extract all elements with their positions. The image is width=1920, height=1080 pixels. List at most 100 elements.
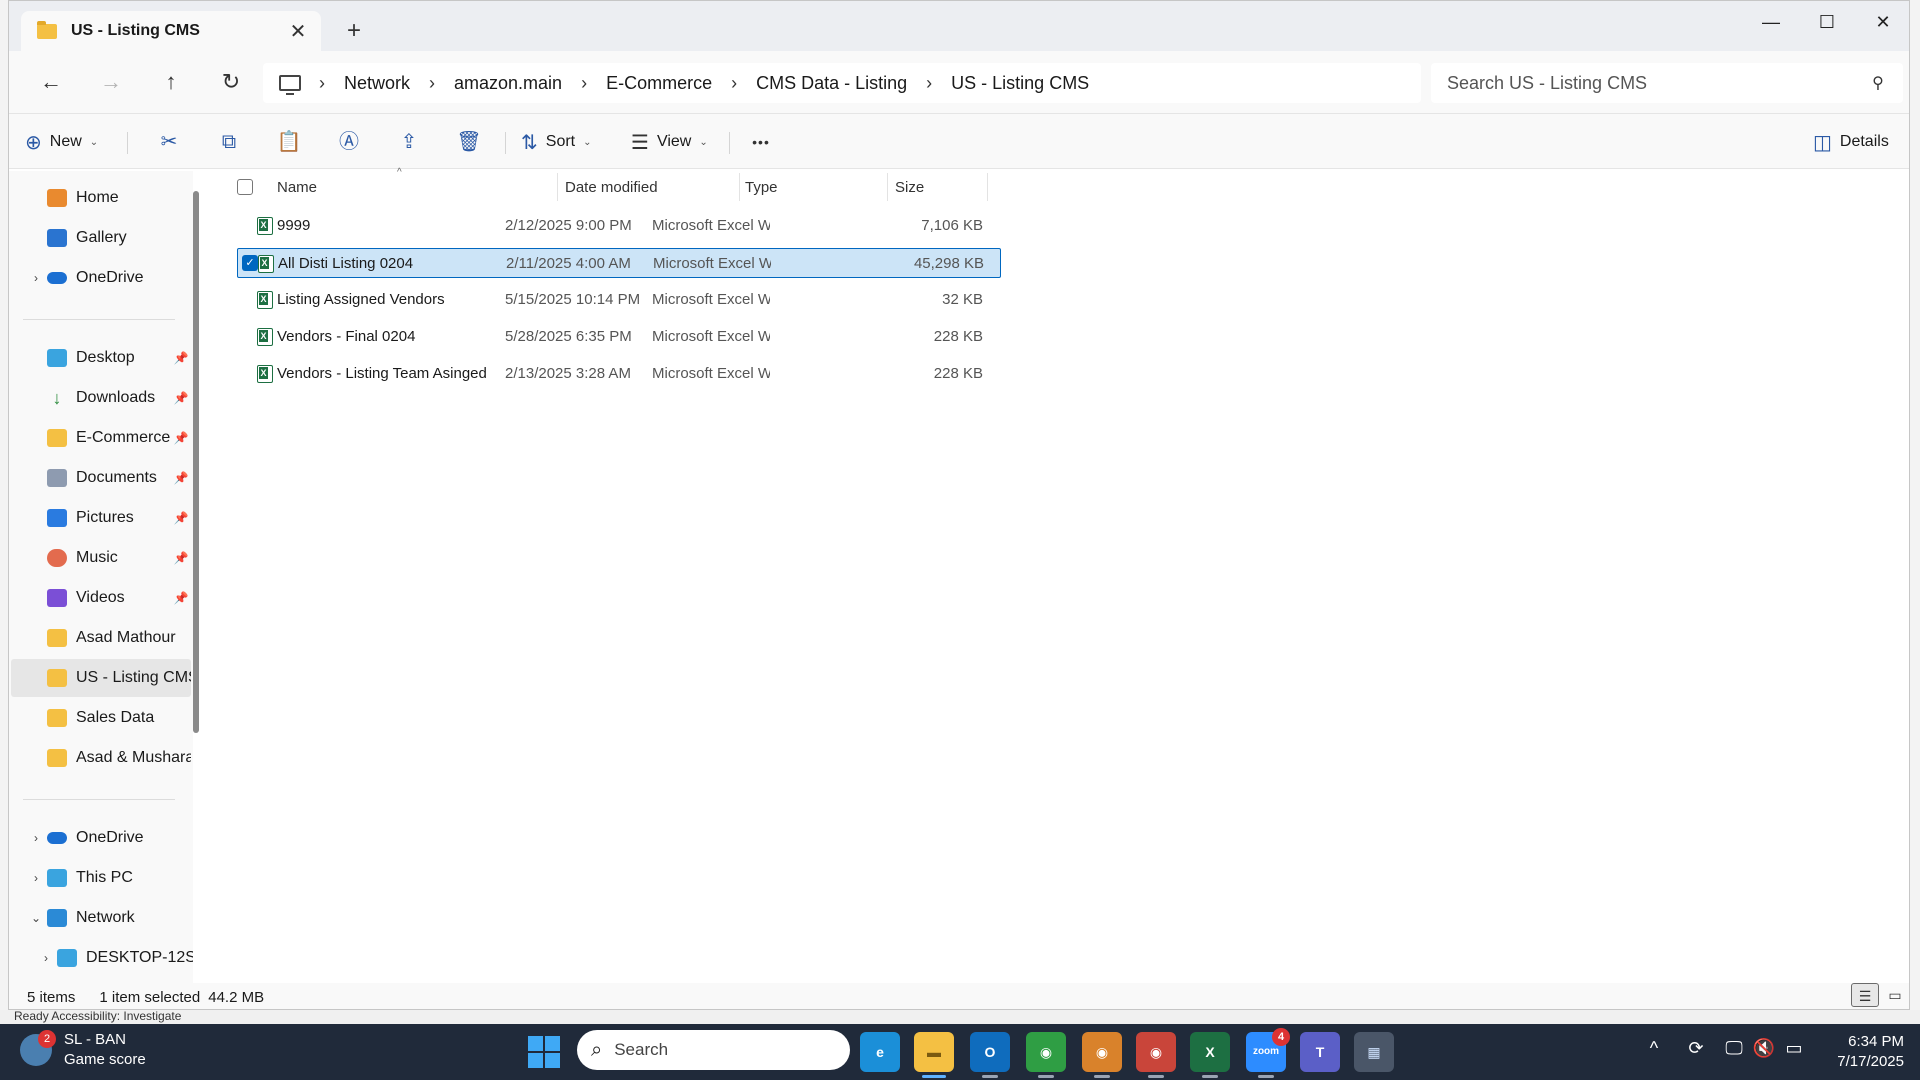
more-options-button[interactable]: ••• — [741, 124, 781, 160]
breadcrumb-cms-data-listing[interactable]: CMS Data - Listing — [756, 73, 907, 94]
breadcrumb-us-listing-cms[interactable]: US - Listing CMS — [951, 73, 1089, 94]
sidebar-item-documents[interactable]: Documents 📌 — [11, 459, 191, 497]
rename-button[interactable]: Ⓐ — [329, 124, 369, 160]
back-button[interactable]: ← — [31, 65, 71, 99]
pin-icon[interactable]: 📌 — [171, 351, 191, 365]
sidebar-scrollbar[interactable] — [193, 191, 199, 733]
pin-icon[interactable]: 📌 — [171, 391, 191, 405]
sidebar-item-this-pc[interactable]: › This PC — [11, 859, 191, 897]
column-divider[interactable] — [887, 173, 888, 201]
sidebar-item-pictures[interactable]: Pictures 📌 — [11, 499, 191, 537]
forward-button[interactable]: → — [91, 65, 131, 99]
pin-icon[interactable]: 📌 — [171, 551, 191, 565]
breadcrumb-separator[interactable]: › — [731, 73, 737, 94]
zoom-app-icon[interactable]: zoom 4 — [1246, 1028, 1290, 1078]
clock[interactable]: 6:34 PM 7/17/2025 — [1808, 1032, 1904, 1072]
table-row[interactable]: 9999 2/12/2025 9:00 PM Microsoft Excel W… — [237, 211, 1001, 241]
refresh-button[interactable]: ↻ — [211, 65, 251, 99]
up-button[interactable]: ↑ — [151, 65, 191, 99]
search-input[interactable] — [1447, 72, 1863, 94]
new-button[interactable]: ⊕ New ⌄ — [25, 124, 98, 160]
close-window-button[interactable]: ✕ — [1855, 5, 1909, 39]
sidebar-item-onedrive-2[interactable]: › OneDrive — [11, 819, 191, 857]
breadcrumb-separator[interactable]: › — [926, 73, 932, 94]
collapse-chevron-icon[interactable]: ⌄ — [25, 911, 47, 925]
sort-button[interactable]: ⇅ Sort ⌄ — [521, 124, 592, 160]
widgets-button[interactable]: 2 SL - BAN Game score — [20, 1030, 146, 1070]
chrome-app-icon[interactable]: ◉ — [1026, 1032, 1066, 1078]
navigation-pane[interactable]: Home Gallery › OneDrive Desktop 📌 ↓ Down… — [9, 171, 193, 983]
details-view-button[interactable]: ☰ — [1851, 983, 1879, 1007]
breadcrumb-amazon-main[interactable]: amazon.main — [454, 73, 562, 94]
sidebar-item-e-commerce[interactable]: E-Commerce 📌 — [11, 419, 191, 457]
column-divider[interactable] — [987, 173, 988, 201]
sidebar-item-network[interactable]: ⌄ Network — [11, 899, 191, 937]
select-all-checkbox[interactable] — [237, 171, 253, 203]
battery-icon[interactable]: ▭ — [1780, 1038, 1808, 1059]
expand-chevron-icon[interactable]: › — [35, 951, 57, 965]
breadcrumb-separator[interactable]: › — [429, 73, 435, 94]
sidebar-item-gallery[interactable]: Gallery — [11, 219, 191, 257]
table-row[interactable]: Listing Assigned Vendors 5/15/2025 10:14… — [237, 285, 1001, 315]
edge-app-icon[interactable]: e — [860, 1032, 900, 1072]
column-header-type[interactable]: Type — [745, 171, 778, 203]
view-button[interactable]: ☰ View ⌄ — [631, 124, 708, 160]
column-divider[interactable] — [557, 173, 558, 201]
column-header-date-modified[interactable]: Date modified — [565, 171, 658, 203]
chrome-alt-app-icon[interactable]: ◉ — [1136, 1032, 1176, 1078]
close-tab-icon[interactable]: ✕ — [283, 19, 313, 44]
sidebar-item-us-listing-cms[interactable]: US - Listing CMS — [11, 659, 191, 697]
details-pane-button[interactable]: ◫ Details — [1813, 124, 1889, 160]
table-row[interactable]: Vendors - Final 0204 5/28/2025 6:35 PM M… — [237, 322, 1001, 352]
sidebar-item-videos[interactable]: Videos 📌 — [11, 579, 191, 617]
pin-icon[interactable]: 📌 — [171, 591, 191, 605]
volume-muted-icon[interactable]: 🔇 — [1750, 1038, 1778, 1059]
start-button[interactable] — [528, 1036, 560, 1068]
breadcrumb-e-commerce[interactable]: E-Commerce — [606, 73, 712, 94]
calculator-app-icon[interactable]: ▦ — [1354, 1032, 1394, 1072]
minimize-button[interactable]: — — [1743, 5, 1799, 39]
breadcrumb-separator[interactable]: › — [319, 73, 325, 94]
column-header-size[interactable]: Size — [895, 171, 924, 203]
sidebar-item-desktop[interactable]: Desktop 📌 — [11, 339, 191, 377]
address-bar[interactable]: › Network › amazon.main › E-Commerce › C… — [263, 63, 1421, 103]
file-list[interactable]: ^ Name Date modified Type Size 9999 2/12… — [207, 167, 1907, 983]
delete-button[interactable]: 🗑 — [449, 124, 489, 160]
show-hidden-icons-button[interactable]: ^ — [1640, 1038, 1668, 1059]
new-tab-button[interactable]: + — [339, 17, 369, 45]
sidebar-item-onedrive[interactable]: › OneDrive — [11, 259, 191, 297]
sidebar-item-music[interactable]: Music 📌 — [11, 539, 191, 577]
maximize-button[interactable]: ☐ — [1799, 5, 1855, 39]
taskbar-search[interactable]: ⌕ Search — [577, 1030, 850, 1070]
search-box[interactable]: ⚲ — [1431, 63, 1903, 103]
sidebar-item-sales-data[interactable]: Sales Data — [11, 699, 191, 737]
cut-button[interactable]: ✂ — [149, 124, 189, 160]
network-icon[interactable]: 🖵 — [1720, 1038, 1748, 1059]
sidebar-item-asad-mathour[interactable]: Asad Mathour — [11, 619, 191, 657]
table-row[interactable]: ✓ All Disti Listing 0204 2/11/2025 4:00 … — [237, 248, 1001, 278]
column-header-name[interactable]: Name — [277, 171, 317, 203]
breadcrumb-separator[interactable]: › — [581, 73, 587, 94]
sidebar-item-desktop-12s2[interactable]: › DESKTOP-12S2 — [21, 939, 193, 977]
tiles-view-button[interactable]: ▭ — [1881, 983, 1909, 1007]
expand-chevron-icon[interactable]: › — [25, 871, 47, 885]
paste-button[interactable]: 📋 — [269, 124, 309, 160]
search-icon[interactable]: ⚲ — [1863, 73, 1893, 93]
chrome-profile-app-icon[interactable]: ◉ — [1082, 1032, 1122, 1078]
column-divider[interactable] — [739, 173, 740, 201]
tab-us-listing-cms[interactable]: US - Listing CMS ✕ — [21, 11, 321, 51]
table-row[interactable]: Vendors - Listing Team Asinged 2/13/2025… — [237, 359, 1001, 389]
outlook-app-icon[interactable]: O — [970, 1032, 1010, 1078]
pin-icon[interactable]: 📌 — [171, 511, 191, 525]
breadcrumb-network[interactable]: Network — [344, 73, 410, 94]
file-explorer-app-icon[interactable]: ▬ — [914, 1032, 954, 1078]
row-checkbox[interactable]: ✓ — [242, 255, 258, 271]
expand-chevron-icon[interactable]: › — [25, 271, 47, 285]
teams-app-icon[interactable]: T — [1300, 1032, 1340, 1072]
share-button[interactable]: ⇪ — [389, 124, 429, 160]
sidebar-item-asad-mushara[interactable]: Asad & Mushara — [11, 739, 191, 777]
sync-icon[interactable]: ⟳ — [1682, 1038, 1710, 1059]
excel-app-icon[interactable]: X — [1190, 1032, 1230, 1078]
expand-chevron-icon[interactable]: › — [25, 831, 47, 845]
pin-icon[interactable]: 📌 — [171, 471, 191, 485]
